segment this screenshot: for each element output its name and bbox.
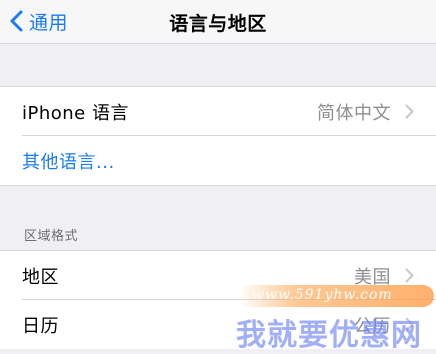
region-row[interactable]: 地区 美国 xyxy=(0,251,436,300)
iphone-language-row[interactable]: iPhone 语言 简体中文 xyxy=(0,87,436,136)
calendar-label: 日历 xyxy=(22,316,59,337)
other-languages-link[interactable]: 其他语言... xyxy=(22,148,115,174)
region-format-group: 地区 美国 日历 公历 xyxy=(0,250,436,349)
chevron-right-icon xyxy=(405,104,414,123)
calendar-value: 公历 xyxy=(354,316,391,337)
navigation-bar: 通用 语言与地区 xyxy=(0,0,436,44)
calendar-row[interactable]: 日历 公历 xyxy=(0,300,436,349)
language-group: iPhone 语言 简体中文 其他语言... xyxy=(0,86,436,186)
region-label: 地区 xyxy=(22,267,59,288)
other-languages-row[interactable]: 其他语言... xyxy=(0,136,436,185)
region-format-header: 区域格式 xyxy=(24,229,79,244)
iphone-language-value: 简体中文 xyxy=(317,103,391,124)
region-value: 美国 xyxy=(354,267,391,288)
chevron-right-icon xyxy=(405,268,414,287)
iphone-language-label: iPhone 语言 xyxy=(22,103,129,124)
chevron-right-icon xyxy=(405,317,414,336)
page-title: 语言与地区 xyxy=(169,13,267,35)
